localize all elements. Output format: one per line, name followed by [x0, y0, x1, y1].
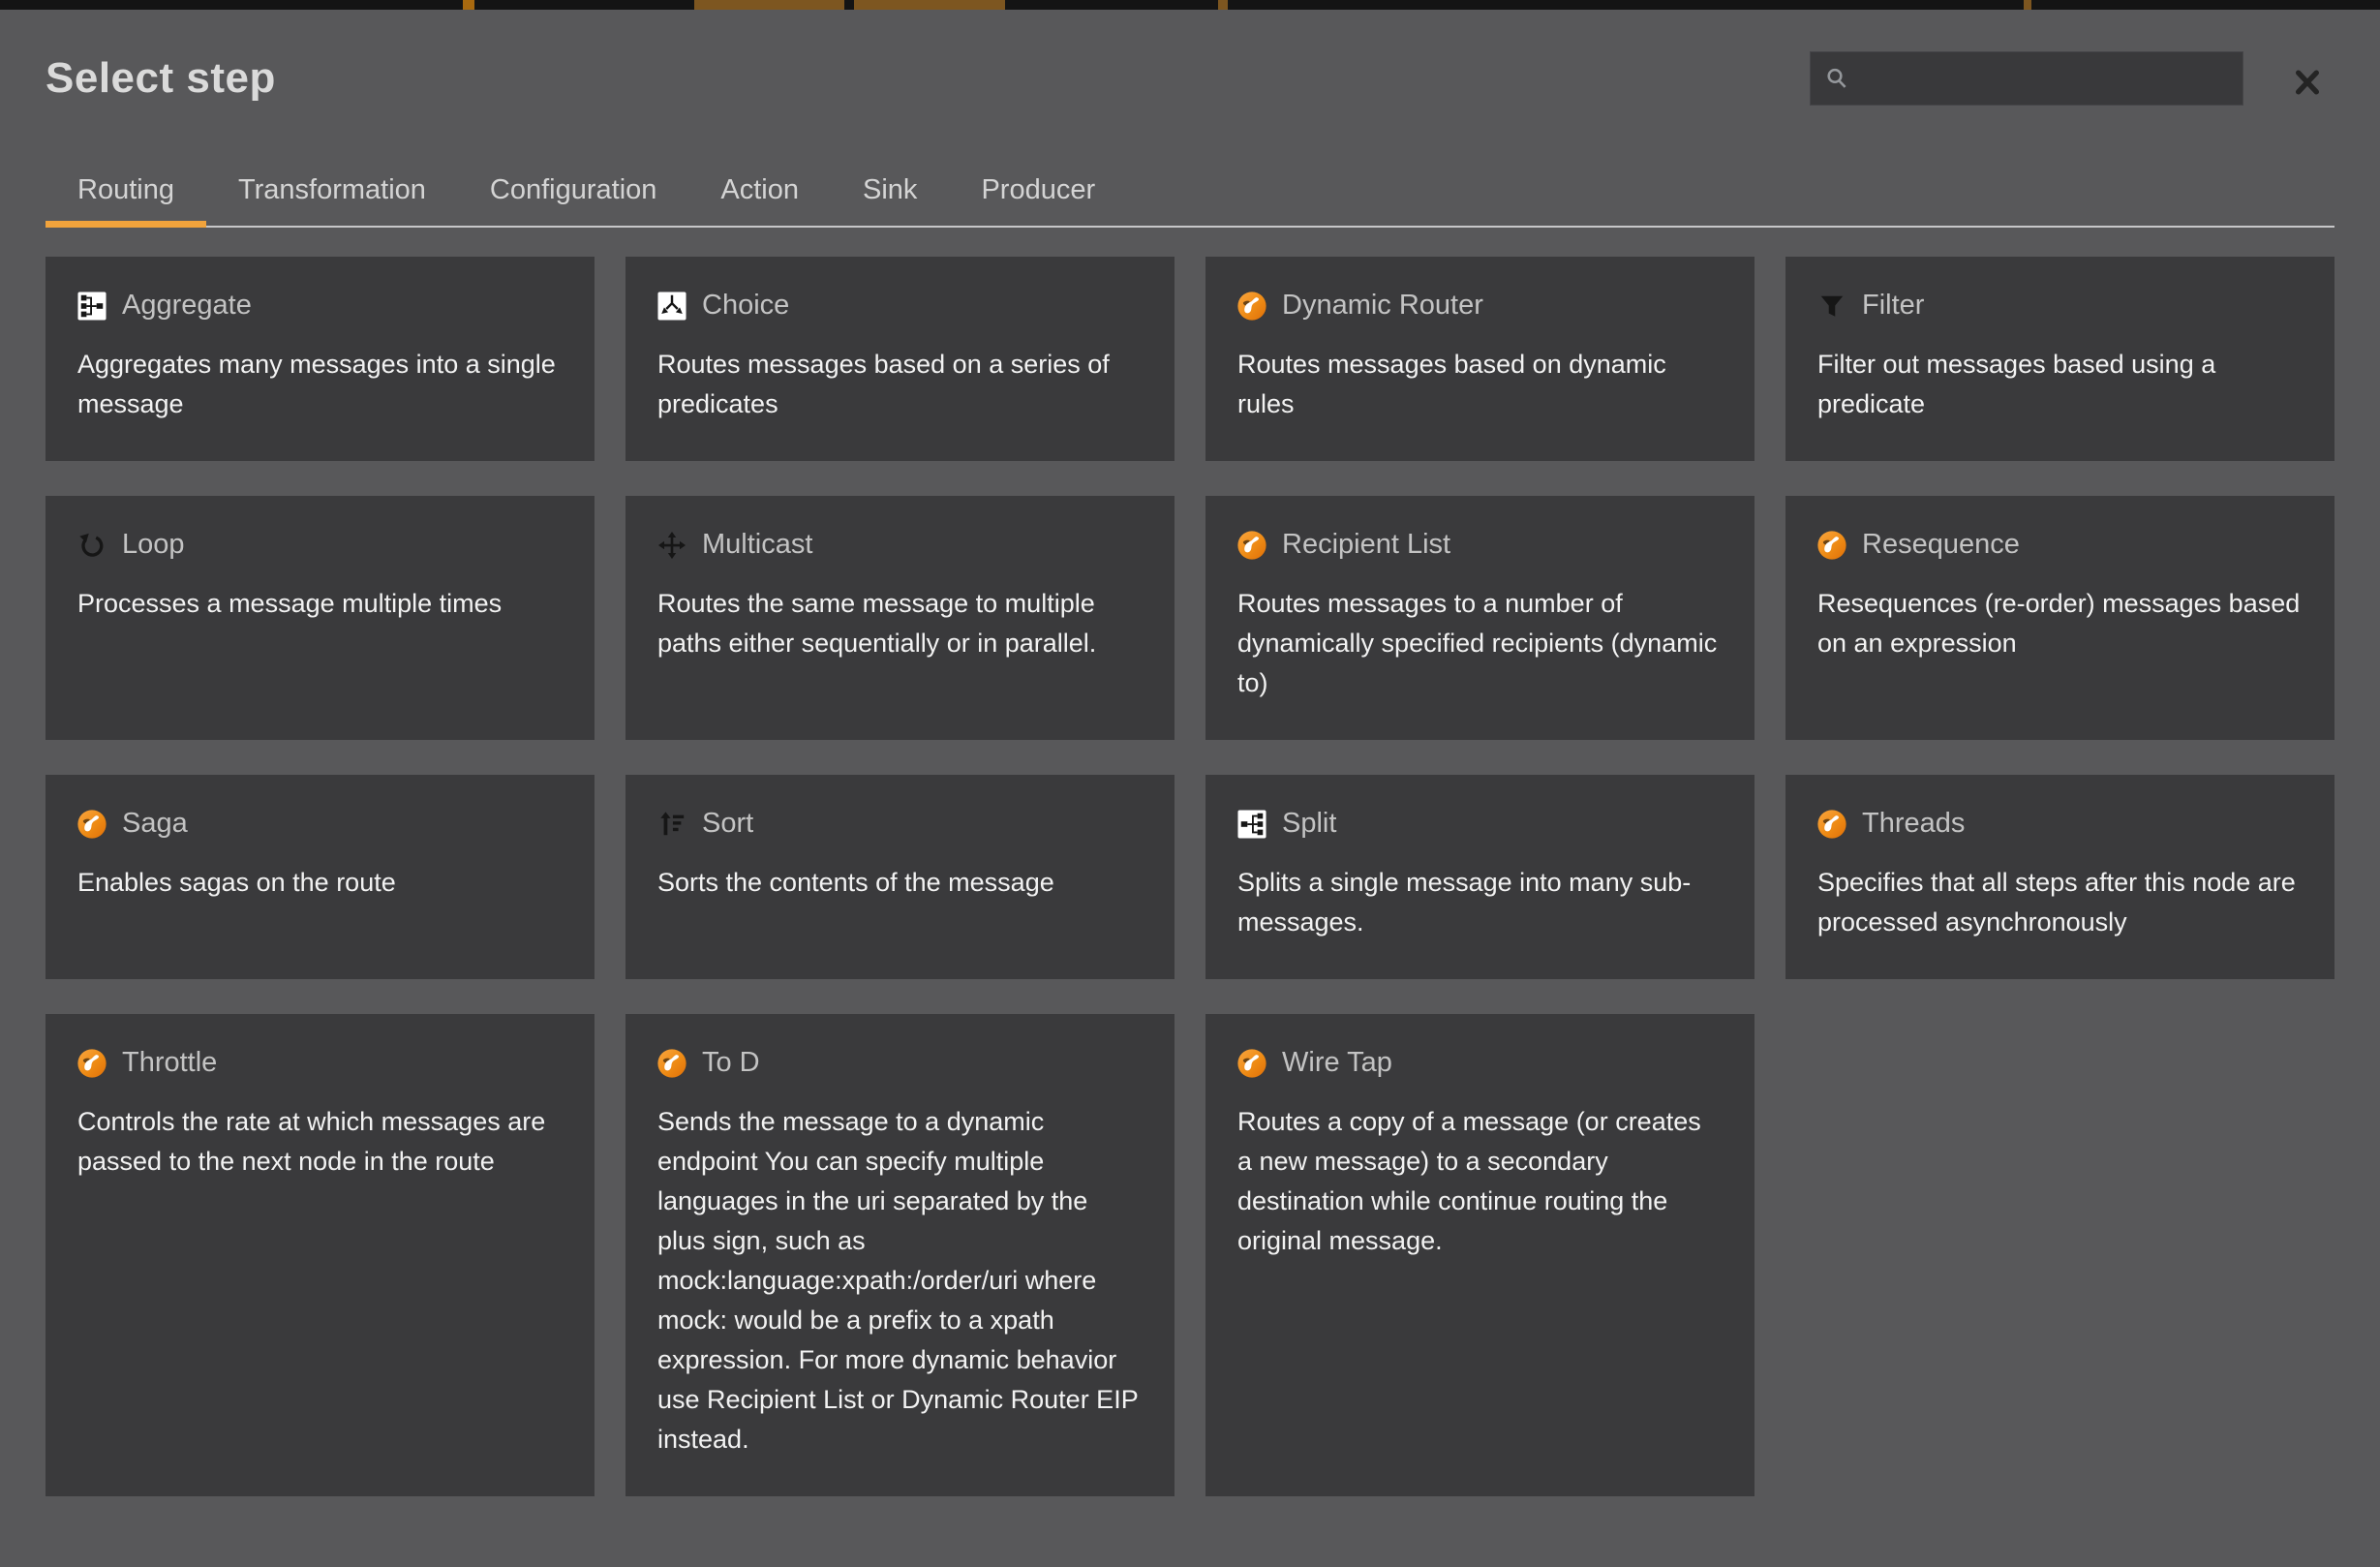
step-card-title: Recipient List: [1282, 529, 1450, 561]
step-card-title: Loop: [122, 529, 185, 561]
background-tab-segment: [694, 0, 844, 10]
tab-transformation[interactable]: Transformation: [206, 157, 458, 226]
step-card-description: Processes a message multiple times: [77, 584, 563, 624]
step-card-description: Routes a copy of a message (or creates a…: [1237, 1102, 1723, 1261]
camel-logo-icon: [77, 810, 107, 839]
step-card-title: Saga: [122, 808, 188, 840]
split-icon: [1237, 810, 1266, 839]
step-card-description: Sends the message to a dynamic endpoint …: [657, 1102, 1143, 1459]
step-card-description: Splits a single message into many sub-me…: [1237, 863, 1723, 942]
background-tab-segment: [463, 0, 474, 10]
step-card-title: To D: [702, 1047, 760, 1079]
step-card-title: Throttle: [122, 1047, 217, 1079]
camel-logo-icon: [77, 1049, 107, 1078]
step-card-multicast[interactable]: Multicast Routes the same message to mul…: [626, 496, 1175, 740]
step-card-description: Controls the rate at which messages are …: [77, 1102, 563, 1182]
background-app-strip: [0, 0, 2380, 10]
aggregate-icon: [77, 292, 107, 321]
camel-logo-icon: [657, 1049, 687, 1078]
camel-logo-icon: [1237, 531, 1266, 560]
step-card-choice[interactable]: Choice Routes messages based on a series…: [626, 257, 1175, 461]
step-cards-grid: Aggregate Aggregates many messages into …: [46, 257, 2334, 1496]
tab-configuration[interactable]: Configuration: [458, 157, 689, 226]
step-card-description: Enables sagas on the route: [77, 863, 563, 903]
step-card-description: Filter out messages based using a predic…: [1817, 345, 2303, 424]
sort-icon: [657, 810, 687, 839]
step-card-description: Sorts the contents of the message: [657, 863, 1143, 903]
close-icon: [2292, 67, 2323, 98]
background-tab-segment: [854, 0, 1005, 10]
step-card-title: Split: [1282, 808, 1336, 840]
step-card-sort[interactable]: Sort Sorts the contents of the message: [626, 775, 1175, 979]
search-box[interactable]: [1810, 51, 2243, 106]
tab-producer[interactable]: Producer: [949, 157, 1127, 226]
step-card-wire-tap[interactable]: Wire Tap Routes a copy of a message (or …: [1205, 1014, 1754, 1496]
step-card-description: Routes messages based on dynamic rules: [1237, 345, 1723, 424]
step-card-to-d[interactable]: To D Sends the message to a dynamic endp…: [626, 1014, 1175, 1496]
step-card-loop[interactable]: Loop Processes a message multiple times: [46, 496, 595, 740]
step-card-filter[interactable]: Filter Filter out messages based using a…: [1785, 257, 2334, 461]
step-card-title: Aggregate: [122, 290, 252, 322]
step-card-description: Routes the same message to multiple path…: [657, 584, 1143, 663]
tabs: RoutingTransformationConfigurationAction…: [46, 157, 2334, 228]
step-card-description: Resequences (re-order) messages based on…: [1817, 584, 2303, 663]
camel-logo-icon: [1237, 1049, 1266, 1078]
background-tab-segment: [1218, 0, 1228, 10]
modal-header: Select step: [0, 10, 2380, 126]
step-card-throttle[interactable]: Throttle Controls the rate at which mess…: [46, 1014, 595, 1496]
step-card-title: Dynamic Router: [1282, 290, 1483, 322]
step-card-title: Multicast: [702, 529, 812, 561]
filter-icon: [1817, 292, 1846, 321]
step-card-title: Sort: [702, 808, 753, 840]
search-icon: [1823, 65, 1850, 92]
tab-action[interactable]: Action: [688, 157, 831, 226]
camel-logo-icon: [1817, 531, 1846, 560]
step-card-description: Aggregates many messages into a single m…: [77, 345, 563, 424]
step-card-dynamic-router[interactable]: Dynamic Router Routes messages based on …: [1205, 257, 1754, 461]
multicast-icon: [657, 531, 687, 560]
step-card-description: Routes messages to a number of dynamical…: [1237, 584, 1723, 703]
tab-routing[interactable]: Routing: [46, 157, 206, 226]
step-card-description: Routes messages based on a series of pre…: [657, 345, 1143, 424]
step-card-resequence[interactable]: Resequence Resequences (re-order) messag…: [1785, 496, 2334, 740]
loop-icon: [77, 531, 107, 560]
step-card-saga[interactable]: Saga Enables sagas on the route: [46, 775, 595, 979]
step-card-title: Choice: [702, 290, 789, 322]
camel-logo-icon: [1237, 292, 1266, 321]
select-step-modal: Select step RoutingTransformationConfigu…: [0, 10, 2380, 1567]
step-card-threads[interactable]: Threads Specifies that all steps after t…: [1785, 775, 2334, 979]
step-card-description: Specifies that all steps after this node…: [1817, 863, 2303, 942]
step-card-title: Wire Tap: [1282, 1047, 1392, 1079]
step-card-recipient-list[interactable]: Recipient List Routes messages to a numb…: [1205, 496, 1754, 740]
background-tab-segment: [2024, 0, 2031, 10]
choice-icon: [657, 292, 687, 321]
camel-logo-icon: [1817, 810, 1846, 839]
step-card-title: Filter: [1862, 290, 1924, 322]
step-card-split[interactable]: Split Splits a single message into many …: [1205, 775, 1754, 979]
step-card-title: Resequence: [1862, 529, 2020, 561]
step-card-title: Threads: [1862, 808, 1965, 840]
close-button[interactable]: [2289, 64, 2326, 101]
tab-sink[interactable]: Sink: [831, 157, 949, 226]
search-input[interactable]: [1860, 64, 2230, 94]
step-card-aggregate[interactable]: Aggregate Aggregates many messages into …: [46, 257, 595, 461]
